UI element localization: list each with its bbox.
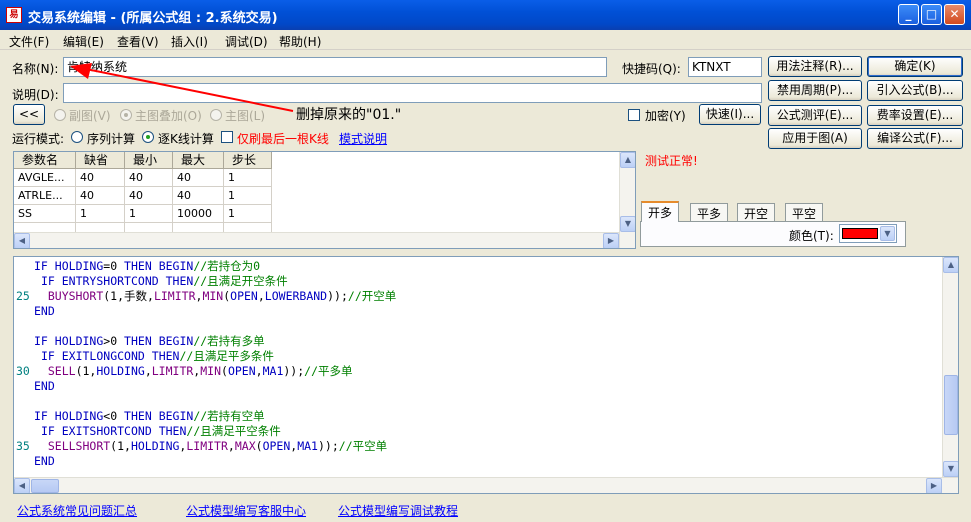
table-cell[interactable]: 40 [125,187,173,205]
table-cell[interactable]: 40 [125,169,173,187]
code-line[interactable]: IF EXITLONGCOND THEN//且满足平多条件 [34,349,274,364]
sequence-calc-radio[interactable] [71,131,83,143]
param-header-min: 最小 [125,152,173,169]
run-mode-label: 运行模式: [12,132,65,146]
table-cell[interactable]: 40 [76,169,125,187]
tab-open-short[interactable]: 开空 [737,203,776,221]
table-cell[interactable]: 10000 [173,205,224,223]
editor-vscrollbar[interactable]: ▲ ▼ [942,257,958,477]
code-line[interactable]: IF HOLDING>0 THEN BEGIN//若持有多单 [34,334,265,349]
table-cell[interactable]: ATRLE... [14,187,76,205]
line-number: 25 [16,289,30,303]
code-line[interactable]: IF EXITSHORTCOND THEN//且满足平空条件 [34,424,281,439]
code-line[interactable]: END [34,379,55,394]
code-line[interactable]: SELLSHORT(1,HOLDING,LIMITR,MAX(OPEN,MA1)… [34,439,387,454]
editor-hscroll-thumb[interactable] [31,479,59,493]
table-cell[interactable]: 1 [125,205,173,223]
param-table: 参数名 缺省 最小 最大 步长 AVGLE... 40 40 40 1 ATRL… [13,151,636,249]
scroll-down-icon[interactable]: ▼ [943,461,958,477]
footer-link-faq[interactable]: 公式系统常见问题汇总 [17,502,137,519]
sequence-calc-label: 序列计算 [87,132,136,146]
scroll-up-icon[interactable]: ▲ [943,257,958,273]
table-cell[interactable]: 1 [224,187,272,205]
table-cell[interactable]: 1 [224,169,272,187]
line-number: 35 [16,439,30,453]
tab-open-long[interactable]: 开多 [641,201,680,222]
scroll-up-icon[interactable]: ▲ [620,152,635,168]
scroll-right-icon[interactable]: ▶ [926,478,942,493]
table-cell[interactable]: AVGLE... [14,169,76,187]
footer-link-support[interactable]: 公式模型编写客服中心 [186,502,306,519]
table-cell[interactable]: 1 [76,205,125,223]
bar-calc-radio[interactable] [142,131,154,143]
test-status: 测试正常! [645,154,698,168]
editor-hscrollbar[interactable]: ◀ ▶ [14,477,958,493]
shortcut-button[interactable]: 快速(I)... [699,104,761,125]
table-cell[interactable]: 40 [173,187,224,205]
param-header-name: 参数名 [14,152,76,169]
tab-close-long[interactable]: 平多 [690,203,729,221]
code-line[interactable]: END [34,454,55,469]
scroll-down-icon[interactable]: ▼ [620,216,635,232]
code-line[interactable]: IF HOLDING<0 THEN BEGIN//若持有空单 [34,409,265,424]
footer-link-tutorial[interactable]: 公式模型编写调试教程 [338,502,458,519]
table-cell[interactable]: 1 [224,205,272,223]
color-label: 颜色(T): [789,229,834,243]
last-bar-checkbox[interactable] [221,131,233,143]
param-header-max: 最大 [173,152,224,169]
last-bar-label: 仅刷最后一根K线 [237,132,329,146]
code-editor[interactable]: IF HOLDING=0 THEN BEGIN//若持仓为0 IF ENTRYS… [13,256,959,494]
encrypt-label: 加密(Y) [645,109,686,123]
param-header-default: 缺省 [76,152,125,169]
code-line[interactable]: BUYSHORT(1,手数,LIMITR,MIN(OPEN,LOWERBAND)… [34,289,396,304]
scroll-left-icon[interactable]: ◀ [14,478,30,493]
code-line[interactable]: END [34,304,55,319]
scroll-right-icon[interactable]: ▶ [603,233,619,248]
color-swatch [842,228,878,239]
signal-tab-panel: 颜色(T): ▼ [640,221,906,247]
mode-help-link[interactable]: 模式说明 [339,130,387,147]
param-header-step: 步长 [224,152,272,169]
param-hscrollbar[interactable]: ◀ ▶ [14,232,619,248]
table-cell[interactable]: SS [14,205,76,223]
line-number: 30 [16,364,30,378]
tab-close-short[interactable]: 平空 [785,203,824,221]
code-line[interactable]: IF HOLDING=0 THEN BEGIN//若持仓为0 [34,259,260,274]
param-vscrollbar[interactable]: ▲ ▼ [619,152,635,248]
chevron-down-icon[interactable]: ▼ [880,226,895,241]
code-line[interactable]: SELL(1,HOLDING,LIMITR,MIN(OPEN,MA1));//平… [34,364,353,379]
editor-scroll-thumb[interactable] [944,375,958,435]
bar-calc-label: 逐K线计算 [158,132,214,146]
color-select[interactable]: ▼ [839,224,897,243]
table-cell[interactable]: 40 [173,169,224,187]
scroll-left-icon[interactable]: ◀ [14,233,30,248]
code-line[interactable]: IF ENTRYSHORTCOND THEN//且满足开空条件 [34,274,288,289]
table-cell[interactable]: 40 [76,187,125,205]
encrypt-checkbox[interactable] [628,109,640,121]
